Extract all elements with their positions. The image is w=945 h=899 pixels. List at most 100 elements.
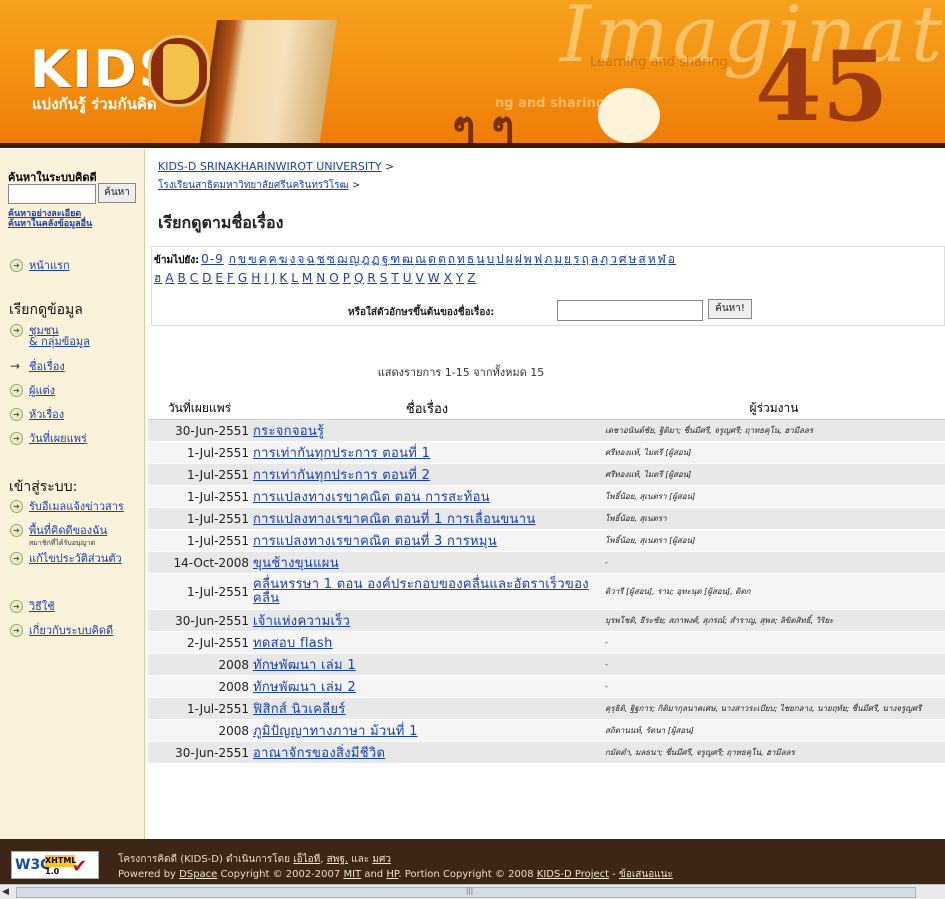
footer-link-swu[interactable]: มศว <box>372 854 391 865</box>
jump-link-letter[interactable]: ช <box>317 252 326 266</box>
jump-link-letter[interactable]: ด <box>428 252 437 266</box>
jump-link-letter[interactable]: ภ <box>544 252 553 266</box>
item-title-link[interactable]: การแปลงทางเรขาคณิต ตอนที่ 3 การหมุน <box>253 534 497 549</box>
jump-link-letter[interactable]: ธ <box>467 252 475 266</box>
jump-link-letter[interactable]: ฏ <box>372 252 381 266</box>
item-title-link[interactable]: ทักษพัฒนา เล่ม 1 <box>253 658 356 673</box>
sidebar-item-authors[interactable]: ➜ ผู้แต่ง <box>10 384 55 397</box>
jump-link-letter[interactable]: ร <box>573 252 580 266</box>
jump-link-letter[interactable]: Z <box>467 271 476 285</box>
jump-link-letter[interactable]: Y <box>456 271 464 285</box>
jump-link-letter[interactable]: ฌ <box>337 252 348 266</box>
jump-link-letter[interactable]: ฦ <box>600 252 609 266</box>
item-title-link[interactable]: การเท่ากันทุกประการ ตอนที่ 2 <box>253 468 430 483</box>
jump-link-letter[interactable]: ผ <box>506 252 514 266</box>
jump-link-letter[interactable]: ษ <box>628 252 637 266</box>
sidebar-item-dates[interactable]: ➜ วันที่เผยแพร่ <box>10 432 87 445</box>
jump-link-letter[interactable]: ล <box>591 252 599 266</box>
jump-link-letter[interactable]: ย <box>564 252 572 266</box>
jump-link-letter[interactable]: พ <box>524 252 533 266</box>
item-title-link[interactable]: ทดสอบ flash <box>253 636 333 651</box>
starts-with-input[interactable] <box>557 300 703 321</box>
jump-link-letter[interactable]: ง <box>290 252 297 266</box>
item-title-link[interactable]: กระจกจอนรู้ <box>253 424 324 439</box>
item-title-link[interactable]: การเท่ากันทุกประการ ตอนที่ 1 <box>253 446 430 461</box>
jump-link-letter[interactable]: ห <box>648 252 657 266</box>
jump-link-letter[interactable]: H <box>251 271 261 285</box>
jump-link-letter[interactable]: ฅ <box>269 252 278 266</box>
jump-link-letter[interactable]: ฆ <box>279 252 289 266</box>
search-all-link[interactable]: ค้นหาในคลังข้อมูลอื่น <box>8 219 92 229</box>
horizontal-scrollbar[interactable]: ◀ ||| <box>0 884 945 899</box>
jump-link-letter[interactable]: L <box>291 271 299 285</box>
jump-link-letter[interactable]: J <box>272 271 277 285</box>
jump-link-letter[interactable]: ว <box>610 252 618 266</box>
footer-link-obec[interactable]: สพฐ. <box>327 854 348 865</box>
header-date[interactable]: วันที่เผยแพร่ <box>148 398 251 420</box>
item-title-link[interactable]: ขุนช้างขุนแผน <box>253 556 339 571</box>
jump-link-letter[interactable]: N <box>316 271 326 285</box>
footer-link-hp[interactable]: HP <box>386 869 398 880</box>
jump-link-letter[interactable]: D <box>202 271 212 285</box>
footer-link-feedback[interactable]: ข้อเสนอแนะ <box>619 869 673 880</box>
footer-link-ait[interactable]: เอ็ไอที <box>293 854 320 865</box>
header-title[interactable]: ชื่อเรื่อง <box>251 398 603 420</box>
sidebar-item-subjects[interactable]: ➜ หัวเรื่อง <box>10 408 64 421</box>
jump-link-letter[interactable]: B <box>178 271 187 285</box>
jump-link-letter[interactable]: ฃ <box>248 252 258 266</box>
item-title-link[interactable]: ทักษพัฒนา เล่ม 2 <box>253 680 356 695</box>
jump-link-letter[interactable]: R <box>367 271 376 285</box>
jump-link-letter[interactable]: ฮ <box>154 271 162 285</box>
sidebar-item-subscribe[interactable]: ➜ รับอีเมลแจ้งข่าวสาร <box>10 500 124 513</box>
jump-link-letter[interactable]: ซ <box>327 252 336 266</box>
jump-link-letter[interactable]: ฒ <box>402 252 414 266</box>
jump-link-letter[interactable]: ถ <box>448 252 456 266</box>
jump-link-letter[interactable]: I <box>264 271 269 285</box>
jump-link-letter[interactable]: บ <box>486 252 495 266</box>
sidebar-item-profile[interactable]: ➜ แก้ไขประวัติส่วนตัว <box>10 552 122 565</box>
sidebar-item-help[interactable]: ➜ วิธีใช้ <box>10 600 55 613</box>
jump-link-letter[interactable]: T <box>391 271 399 285</box>
sidebar-item-titles[interactable]: → ชื่อเรื่อง <box>10 360 65 374</box>
jump-link-letter[interactable]: F <box>227 271 235 285</box>
jump-link-letter[interactable]: ญ <box>349 252 360 266</box>
jump-link-letter[interactable]: ฟ <box>534 252 544 266</box>
jump-link-letter[interactable]: ท <box>457 252 466 266</box>
item-title-link[interactable]: อาณาจักรของสิ่งมีชีวิต <box>253 746 385 761</box>
sidebar-item-home[interactable]: ➜ หน้าแรก <box>10 259 70 272</box>
footer-link-kidsd[interactable]: KIDS-D Project <box>537 869 609 880</box>
jump-link-letter[interactable]: K <box>279 271 288 285</box>
jump-link-letter[interactable]: ต <box>438 252 447 266</box>
jump-link-letter[interactable]: ณ <box>415 252 427 266</box>
jump-link-letter[interactable]: ฝ <box>515 252 523 266</box>
item-title-link[interactable]: ฟิสิกส์ นิวเคลียร์ <box>253 702 346 717</box>
jump-link-letter[interactable]: V <box>416 271 425 285</box>
sidebar-item-collections[interactable]: & กลุ่มข้อมูล <box>29 335 90 348</box>
sidebar-item-mydspace[interactable]: ➜ พื้นที่คิดดีของฉัน <box>10 524 107 537</box>
sidebar-item-about[interactable]: ➜ เกี่ยวกับระบบคิดดี <box>10 624 113 637</box>
jump-link-letter[interactable]: ฎ <box>361 252 370 266</box>
jump-link-letter[interactable]: ก <box>229 252 237 266</box>
scroll-left-icon[interactable]: ◀ <box>2 886 14 898</box>
w3c-xhtml-badge[interactable]: W3C XHTML 1.0 ✔ <box>11 851 99 879</box>
jump-link-letter[interactable]: P <box>343 271 351 285</box>
footer-link-mit[interactable]: MIT <box>343 869 361 880</box>
item-title-link[interactable]: การแปลงทางเรขาคณิต ตอนที่ 1 การเลื่อนขนา… <box>253 512 536 527</box>
jump-link-letter[interactable]: น <box>476 252 485 266</box>
jump-link-letter[interactable]: ฑ <box>390 252 401 266</box>
jump-link-letter[interactable]: E <box>215 271 224 285</box>
breadcrumb-link-school[interactable]: โรงเรียนสาธิตมหาวิทยาลัยศรีนครินทรวิโรฒ <box>158 180 349 191</box>
sidebar-search-input[interactable] <box>8 184 96 204</box>
jump-link-letter[interactable]: O <box>329 271 339 285</box>
advanced-search-link[interactable]: ค้นหาอย่างละเอียด <box>8 209 81 219</box>
item-title-link[interactable]: ภูมิปัญญาทางภาษา ม้วนที่ 1 <box>253 724 418 739</box>
jump-link-letter[interactable]: ฐ <box>382 252 390 266</box>
sidebar-search-button[interactable]: ค้นหา <box>98 183 136 203</box>
jump-link-letter[interactable]: ค <box>259 252 268 266</box>
item-title-link[interactable]: เจ้าแห่งความเร็ว <box>253 614 350 629</box>
jump-link-letter[interactable]: ส <box>638 252 646 266</box>
jump-link-letter[interactable]: X <box>444 271 453 285</box>
jump-link-letter[interactable]: C <box>190 271 199 285</box>
jump-link-letter[interactable]: U <box>403 271 413 285</box>
footer-link-dspace[interactable]: DSpace <box>179 869 217 880</box>
